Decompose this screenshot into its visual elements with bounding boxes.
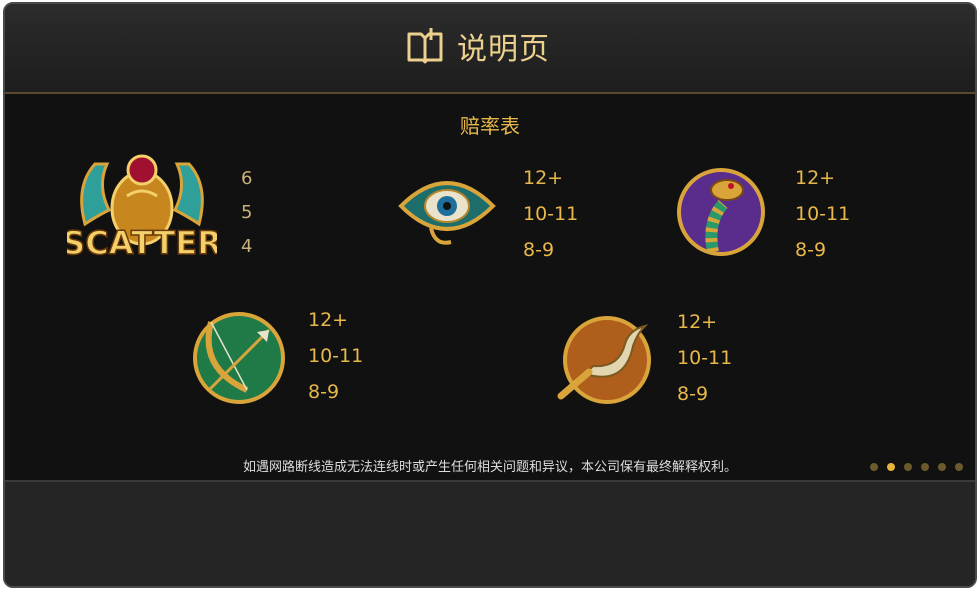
khopesh-icon xyxy=(557,316,651,404)
title-group: 说明页 xyxy=(405,24,550,68)
eye-of-horus-pays: 12+ 10-11 8-9 xyxy=(523,160,578,268)
cobra-pay-10-11: 10-11 xyxy=(795,203,851,225)
paytable-content: 赔率表 SCATTER 6 5 4 12+ 10-11 8-9 12+ 10-1… xyxy=(5,94,975,480)
scatter-label: SCATTER xyxy=(67,224,217,262)
bow-pay-12plus: 12+ xyxy=(308,309,349,331)
book-icon xyxy=(407,28,443,64)
page-dot-3[interactable] xyxy=(904,463,912,471)
scatter-pay-4: 4 xyxy=(241,236,253,257)
page-dot-1[interactable] xyxy=(870,463,878,471)
khopesh-pay-10-11: 10-11 xyxy=(677,347,733,369)
paytable-title: 赔率表 xyxy=(460,114,520,138)
disclaimer-text: 如遇网路断线造成无法连线时或产生任何相关问题和异议，本公司保有最终解释权利。 xyxy=(242,460,737,475)
cobra-icon xyxy=(677,168,765,256)
scatter-pays: 6 5 4 xyxy=(241,162,252,264)
cobra-pay-12plus: 12+ xyxy=(795,167,836,189)
khopesh-pay-12plus: 12+ xyxy=(677,311,718,333)
bow-arrow-icon xyxy=(193,312,285,404)
page-dot-2[interactable] xyxy=(887,463,895,471)
page-title: 说明页 xyxy=(457,32,550,67)
scatter-pay-5: 5 xyxy=(241,202,253,223)
scatter-symbol-icon: SCATTER xyxy=(67,154,217,263)
cobra-pays: 12+ 10-11 8-9 xyxy=(795,160,850,268)
bow-pay-8-9: 8-9 xyxy=(308,381,340,403)
eye-pay-10-11: 10-11 xyxy=(523,203,579,225)
cobra-pay-8-9: 8-9 xyxy=(795,239,827,261)
page-dot-6[interactable] xyxy=(955,463,963,471)
khopesh-pay-8-9: 8-9 xyxy=(677,383,709,405)
page-indicator xyxy=(870,463,963,471)
bottom-panel xyxy=(5,480,975,586)
bow-pay-10-11: 10-11 xyxy=(308,345,364,367)
khopesh-pays: 12+ 10-11 8-9 xyxy=(677,304,732,412)
page-dot-4[interactable] xyxy=(921,463,929,471)
bow-arrow-pays: 12+ 10-11 8-9 xyxy=(308,302,363,410)
paytable-window: 说明页 赔率表 SCATTER 6 5 4 12+ 10-11 8-9 12+ … xyxy=(3,2,977,588)
scatter-pay-6: 6 xyxy=(241,168,253,189)
eye-of-horus-icon xyxy=(398,181,496,245)
header: 说明页 xyxy=(5,4,975,94)
eye-pay-12plus: 12+ xyxy=(523,167,564,189)
eye-pay-8-9: 8-9 xyxy=(523,239,555,261)
page-dot-5[interactable] xyxy=(938,463,946,471)
